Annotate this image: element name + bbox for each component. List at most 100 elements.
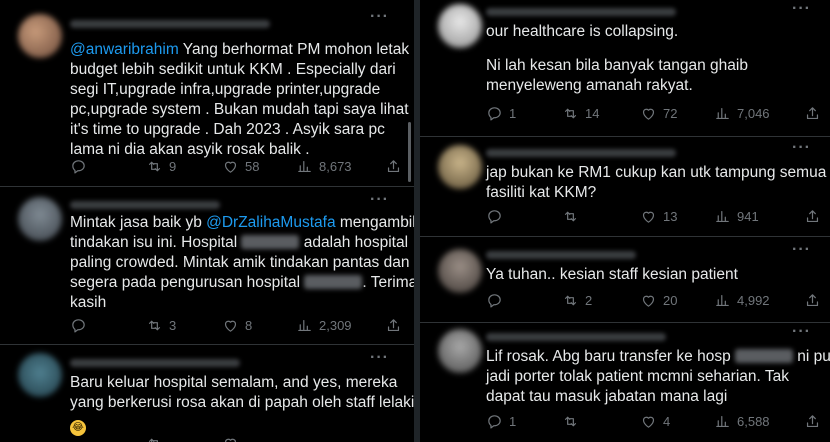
- like-count: 4: [663, 413, 671, 429]
- tweet-actions: 13 941: [486, 206, 819, 226]
- reply-icon: [488, 293, 501, 307]
- like-count: 20: [663, 292, 678, 308]
- more-icon[interactable]: ···: [792, 241, 811, 259]
- retweet-button[interactable]: 9: [146, 156, 176, 176]
- tweet-card[interactable]: ··· @anwaribrahim Yang berhormat PM moho…: [0, 0, 414, 186]
- retweet-button[interactable]: 2: [562, 290, 592, 310]
- right-screenshot-panel: ··· our healthcare is collapsing. Ni lah…: [420, 0, 830, 442]
- share-button[interactable]: [385, 156, 402, 176]
- reply-button[interactable]: [486, 206, 503, 226]
- retweet-icon: [148, 438, 158, 442]
- reply-icon: [72, 318, 85, 332]
- retweet-icon: [564, 416, 577, 426]
- tweet-card[interactable]: ··· our healthcare is collapsing. Ni lah…: [420, 0, 830, 134]
- more-icon[interactable]: ···: [370, 191, 389, 209]
- reply-button[interactable]: [70, 315, 87, 335]
- like-button[interactable]: 72: [640, 103, 677, 123]
- views-count: 6,588: [737, 413, 770, 429]
- views-button[interactable]: 941: [714, 206, 759, 226]
- retweet-count: 14: [585, 105, 600, 121]
- reply-button[interactable]: 1: [486, 103, 516, 123]
- retweet-button[interactable]: [146, 433, 163, 442]
- reply-icon: [488, 106, 501, 120]
- like-count: 13: [663, 208, 678, 224]
- like-button[interactable]: [222, 433, 239, 442]
- tweet-text: Ya tuhan.. kesian staff kesian patient: [486, 266, 738, 283]
- views-count: 8,673: [319, 158, 352, 174]
- tweet-card[interactable]: ··· Ya tuhan.. kesian staff kesian patie…: [420, 237, 830, 320]
- share-button[interactable]: [804, 206, 821, 226]
- reply-button[interactable]: [70, 156, 87, 176]
- like-button[interactable]: 58: [222, 156, 259, 176]
- retweet-count: 3: [169, 317, 177, 333]
- more-icon[interactable]: ···: [370, 8, 389, 26]
- views-count: 2,309: [319, 317, 352, 333]
- like-count: 8: [245, 317, 253, 333]
- views-icon: [716, 294, 729, 306]
- views-icon: [716, 210, 729, 222]
- share-icon: [387, 318, 400, 331]
- mention-link[interactable]: @DrZalihaMustafa: [206, 214, 335, 231]
- avatar[interactable]: [18, 197, 62, 241]
- retweet-icon: [148, 161, 161, 171]
- tweet-text: our healthcare is collapsing. Ni lah kes…: [486, 23, 748, 94]
- tweet-header-redacted: [70, 359, 240, 367]
- tweet-text: Mintak jasa baik yb @DrZalihaMustafa men…: [70, 214, 414, 311]
- views-button[interactable]: 2,309: [296, 315, 352, 335]
- tweet-header-redacted: [486, 333, 666, 341]
- retweet-button[interactable]: 14: [562, 103, 599, 123]
- tweet-card[interactable]: ··· Lif rosak. Abg baru transfer ke hosp…: [420, 323, 830, 442]
- avatar[interactable]: [18, 14, 62, 58]
- more-icon[interactable]: ···: [792, 0, 811, 18]
- tweet-text: Baru keluar hospital semalam, and yes, m…: [70, 373, 414, 436]
- left-screenshot-panel: ··· @anwaribrahim Yang berhormat PM moho…: [0, 0, 414, 442]
- reply-icon: [488, 209, 501, 223]
- redacted-text: [304, 275, 363, 289]
- views-button[interactable]: 6,588: [714, 411, 770, 431]
- like-button[interactable]: 20: [640, 290, 677, 310]
- more-icon[interactable]: ···: [370, 349, 389, 367]
- more-icon[interactable]: ···: [792, 323, 811, 341]
- scrollbar-thumb[interactable]: [408, 122, 411, 182]
- share-icon: [387, 159, 400, 172]
- retweet-button[interactable]: 3: [146, 315, 176, 335]
- like-button[interactable]: 4: [640, 411, 670, 431]
- retweet-icon: [148, 320, 161, 330]
- avatar[interactable]: [18, 353, 62, 397]
- like-button[interactable]: 13: [640, 206, 677, 226]
- avatar[interactable]: [438, 329, 482, 373]
- tweet-actions: [70, 433, 400, 442]
- tweet-card[interactable]: ··· Baru keluar hospital semalam, and ye…: [0, 345, 414, 442]
- share-button[interactable]: [385, 315, 402, 335]
- mention-link[interactable]: @anwaribrahim: [70, 41, 179, 58]
- views-button[interactable]: 4,992: [714, 290, 770, 310]
- reply-icon: [72, 159, 85, 173]
- share-button[interactable]: [804, 411, 821, 431]
- views-button[interactable]: 8,673: [296, 156, 352, 176]
- tweet-card[interactable]: ··· Mintak jasa baik yb @DrZalihaMustafa…: [0, 187, 414, 343]
- reply-button[interactable]: 1: [486, 411, 516, 431]
- retweet-count: 9: [169, 158, 177, 174]
- reply-button[interactable]: [486, 290, 503, 310]
- heart-icon: [642, 211, 655, 223]
- tweet-header-redacted: [70, 20, 270, 28]
- like-button[interactable]: 8: [222, 315, 252, 335]
- tweet-header-redacted: [486, 251, 636, 259]
- avatar[interactable]: [438, 249, 482, 293]
- more-icon[interactable]: ···: [792, 139, 811, 157]
- views-button[interactable]: 7,046: [714, 103, 770, 123]
- reply-count: 1: [509, 413, 517, 429]
- avatar[interactable]: [438, 4, 482, 48]
- views-count: 4,992: [737, 292, 770, 308]
- share-button[interactable]: [804, 290, 821, 310]
- heart-icon: [642, 295, 655, 307]
- tweet-card[interactable]: ··· jap bukan ke RM1 cukup kan utk tampu…: [420, 137, 830, 235]
- heart-icon: [642, 416, 655, 428]
- share-button[interactable]: [804, 103, 821, 123]
- retweet-count: 2: [585, 292, 593, 308]
- retweet-button[interactable]: [562, 206, 579, 226]
- avatar[interactable]: [438, 145, 482, 189]
- share-icon: [806, 414, 819, 427]
- retweet-button[interactable]: [562, 411, 579, 431]
- tweet-actions: 2 20 4,992: [486, 290, 819, 310]
